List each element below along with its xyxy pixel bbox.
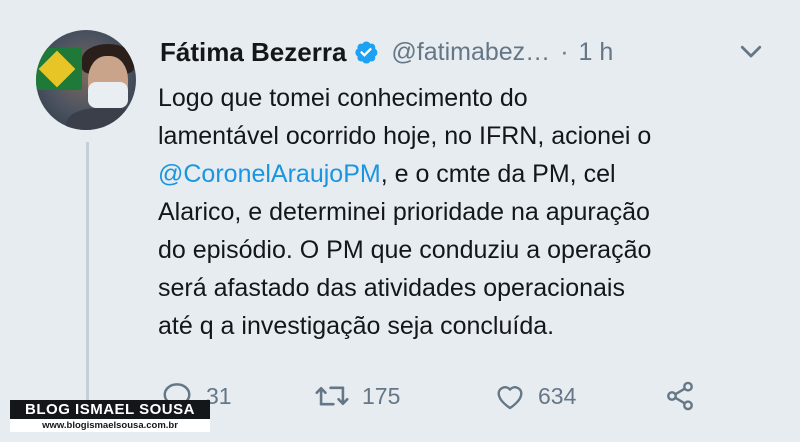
- tweet-card[interactable]: Fátima Bezerra @fatimabez… · 1 h Logo qu…: [0, 0, 800, 442]
- retweet-count: 175: [362, 382, 401, 409]
- watermark-url: www.blogismaelsousa.com.br: [10, 419, 210, 432]
- tweet-text-line-with-mention: @CoronelAraujoPM, e o cmte da PM, cel: [158, 155, 788, 193]
- thread-line: [86, 142, 89, 412]
- tweet-header: Fátima Bezerra @fatimabez… · 1 h: [160, 30, 613, 74]
- avatar-flag-shape: [36, 48, 82, 90]
- tweet-text-line: Alarico, e determinei prioridade na apur…: [158, 198, 650, 226]
- tweet-text-line: do episódio. O PM que conduziu a operaçã…: [158, 236, 652, 264]
- tweet-text-line-rest: e o cmte da PM, cel: [394, 160, 616, 188]
- verified-badge-icon: [353, 39, 379, 65]
- share-icon: [664, 380, 696, 412]
- avatar-body-shape: [66, 108, 136, 130]
- chevron-down-icon[interactable]: [736, 36, 766, 66]
- tweet-timestamp[interactable]: 1 h: [579, 38, 614, 67]
- retweet-icon: [314, 381, 350, 411]
- avatar[interactable]: [36, 30, 136, 130]
- tweet-text-line: será afastado das atividades operacionai…: [158, 274, 625, 302]
- tweet-actions: 31 175 634: [160, 378, 720, 414]
- tweet-text-line: lamentável ocorrido hoje, no IFRN, acion…: [158, 122, 652, 150]
- avatar-mask-shape: [88, 82, 128, 108]
- like-count: 634: [538, 382, 577, 409]
- share-button[interactable]: [664, 378, 696, 414]
- blog-watermark: BLOG ISMAEL SOUSA www.blogismaelsousa.co…: [10, 400, 210, 434]
- like-button[interactable]: 634: [494, 378, 576, 414]
- mention-link[interactable]: @CoronelAraujoPM: [158, 160, 381, 188]
- author-name[interactable]: Fátima Bezerra: [160, 37, 346, 68]
- retweet-button[interactable]: 175: [314, 378, 400, 414]
- author-handle[interactable]: @fatimabez…: [391, 38, 550, 67]
- mention-suffix: ,: [380, 160, 388, 188]
- tweet-text: Logo que tomei conhecimento do lamentáve…: [158, 79, 788, 345]
- watermark-title: BLOG ISMAEL SOUSA: [10, 400, 210, 419]
- separator-dot: ·: [560, 37, 569, 66]
- tweet-text-line: até q a investigação seja concluída.: [158, 312, 555, 340]
- tweet-text-line: Logo que tomei conhecimento do: [158, 84, 528, 112]
- heart-icon: [494, 381, 526, 411]
